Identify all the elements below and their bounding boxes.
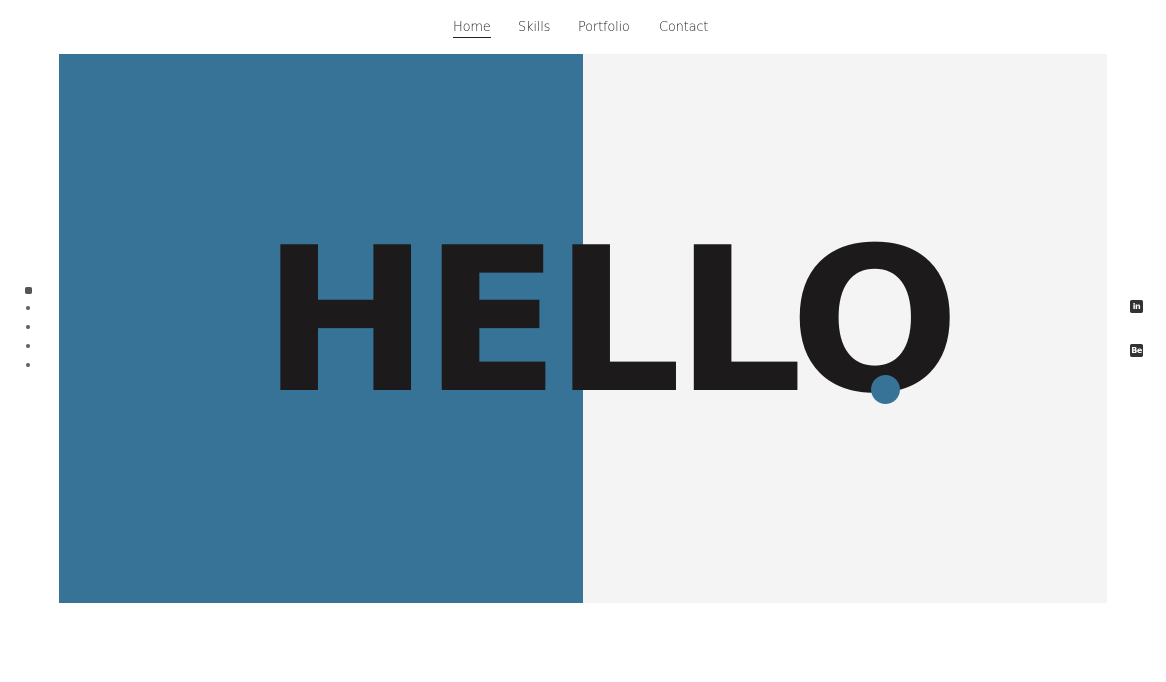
nav-item-home[interactable]: Home (453, 20, 491, 38)
top-navigation: Home Skills Portfolio Contact (0, 0, 1166, 54)
pager-dot-1[interactable] (25, 287, 32, 294)
pager-dot-3[interactable] (26, 325, 30, 329)
nav-item-contact[interactable]: Contact (659, 20, 708, 35)
pager-dot-5[interactable] (26, 363, 30, 367)
hero-headline: HELLO (262, 205, 960, 438)
linkedin-icon: in (1130, 300, 1143, 313)
behance-icon: Be (1130, 344, 1143, 357)
nav-item-portfolio[interactable]: Portfolio (578, 20, 630, 35)
pager-dot-2[interactable] (26, 306, 30, 310)
linkedin-link[interactable]: in (1130, 300, 1143, 313)
pager-dot-4[interactable] (26, 344, 30, 348)
nav-item-skills[interactable]: Skills (518, 20, 550, 35)
behance-link[interactable]: Be (1130, 344, 1143, 357)
headline-accent-dot (871, 375, 900, 404)
